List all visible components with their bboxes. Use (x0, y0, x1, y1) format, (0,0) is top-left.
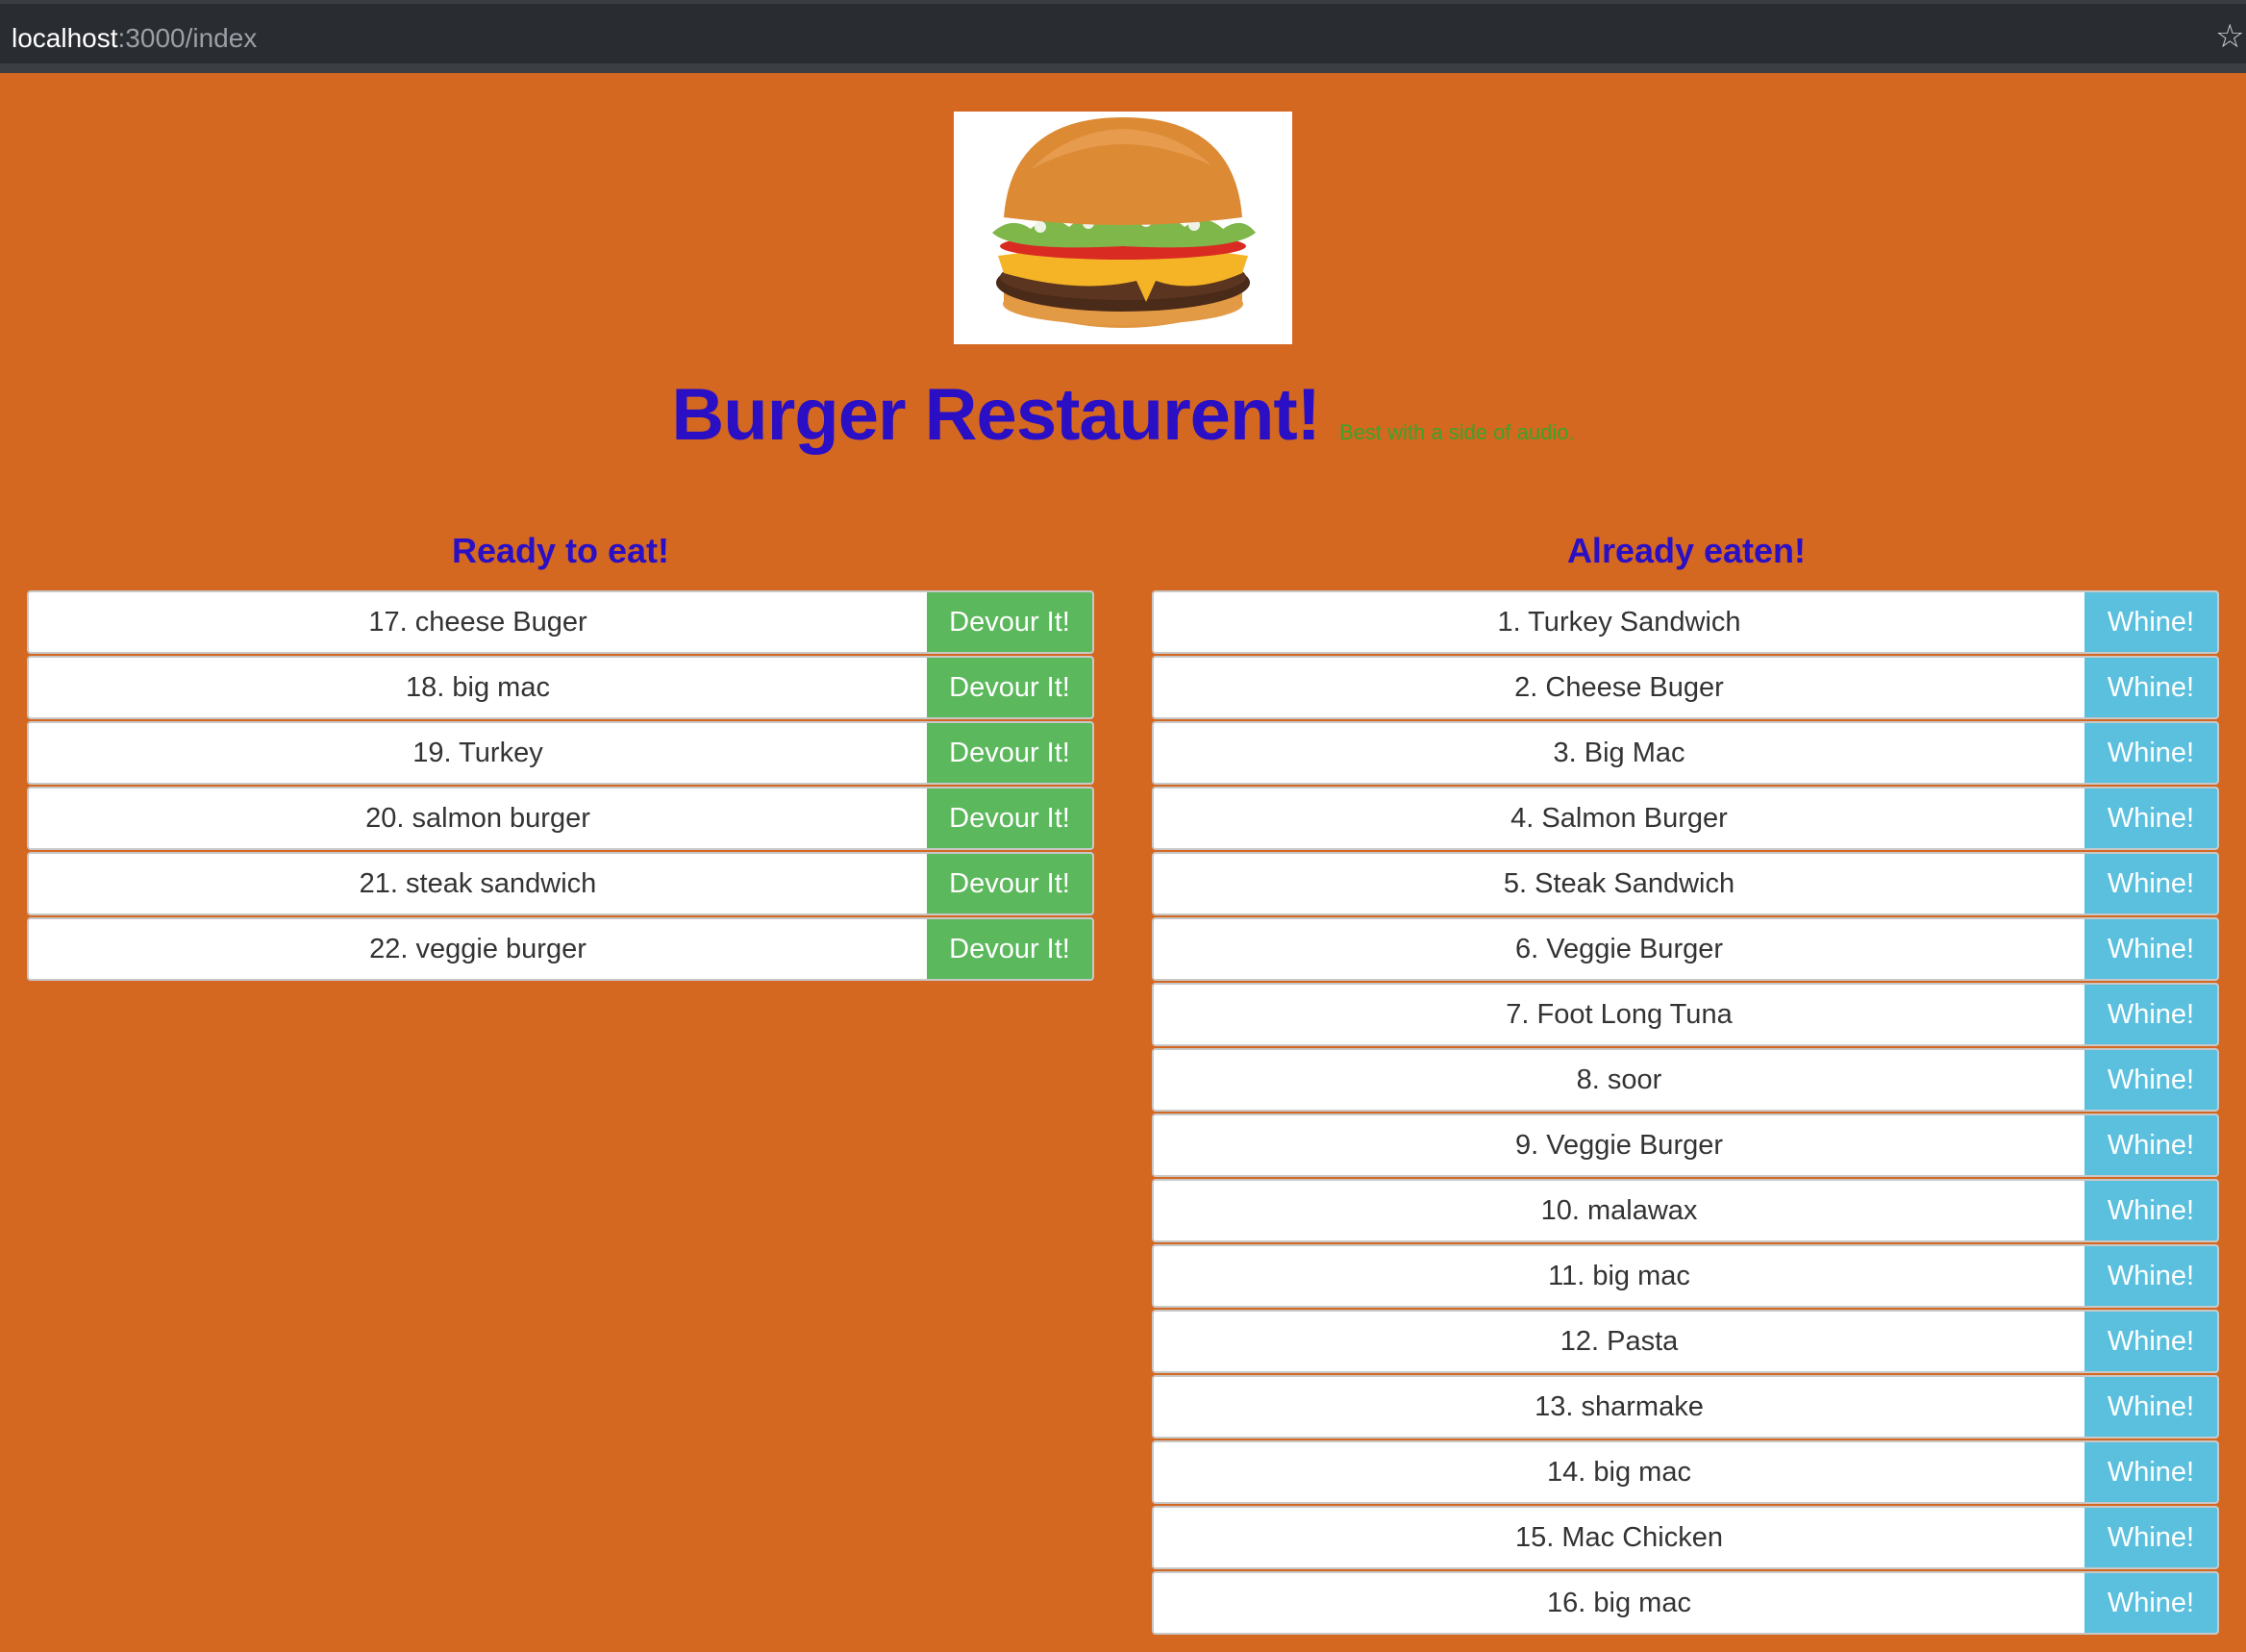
page-subtitle: Best with a side of audio. (1338, 420, 1575, 444)
list-item: 1. Turkey Sandwich Whine! (1152, 590, 2219, 654)
devour-button[interactable]: Devour It! (927, 854, 1092, 914)
whine-button[interactable]: Whine! (2084, 1115, 2217, 1175)
whine-button[interactable]: Whine! (2084, 854, 2217, 914)
devour-button[interactable]: Devour It! (927, 592, 1092, 652)
ready-heading: Ready to eat! (451, 531, 670, 570)
url-host: localhost (12, 23, 118, 53)
list-item: 11. big mac Whine! (1152, 1244, 2219, 1308)
burger-name: 13. sharmake (1535, 1391, 1704, 1422)
devour-button[interactable]: Devour It! (927, 658, 1092, 717)
list-item: 18. big mac Devour It! (27, 656, 1094, 719)
burger-name: 2. Cheese Buger (1514, 672, 1724, 703)
bookmark-star-icon[interactable]: ☆ (2215, 19, 2246, 54)
url-field[interactable]: localhost:3000/index (12, 21, 257, 56)
browser-address-bar: localhost:3000/index ☆ (0, 0, 2246, 73)
list-item: 19. Turkey Devour It! (27, 721, 1094, 785)
title-row: Burger Restaurent! Best with a side of au… (0, 373, 2246, 469)
page-title: Burger Restaurent! (671, 374, 1321, 456)
burger-name: 22. veggie burger (369, 934, 586, 964)
burger-name: 5. Steak Sandwich (1503, 868, 1735, 899)
page-body: Burger Restaurent! Best with a side of au… (0, 73, 2246, 1652)
burger-name: 6. Veggie Burger (1514, 934, 1724, 964)
whine-button[interactable]: Whine! (2084, 919, 2217, 979)
burger-name: 12. Pasta (1560, 1326, 1679, 1357)
list-item: 4. Salmon Burger Whine! (1152, 787, 2219, 850)
list-item: 20. salmon burger Devour It! (27, 787, 1094, 850)
list-item: 21. steak sandwich Devour It! (27, 852, 1094, 915)
list-item: 22. veggie burger Devour It! (27, 917, 1094, 981)
list-item: 17. cheese Buger Devour It! (27, 590, 1094, 654)
burger-name: 15. Mac Chicken (1515, 1522, 1723, 1553)
whine-button[interactable]: Whine! (2084, 985, 2217, 1044)
burger-name: 7. Foot Long Tuna (1506, 999, 1733, 1030)
toolbar-divider (0, 63, 2246, 73)
devour-button[interactable]: Devour It! (927, 788, 1092, 848)
devour-button[interactable]: Devour It! (927, 723, 1092, 783)
burger-name: 18. big mac (406, 672, 550, 703)
whine-button[interactable]: Whine! (2084, 1312, 2217, 1371)
list-item: 9. Veggie Burger Whine! (1152, 1114, 2219, 1177)
burger-name: 4. Salmon Burger (1510, 803, 1728, 834)
whine-button[interactable]: Whine! (2084, 1181, 2217, 1240)
list-item: 13. sharmake Whine! (1152, 1375, 2219, 1439)
whine-button[interactable]: Whine! (2084, 1050, 2217, 1110)
burger-name: 3. Big Mac (1553, 738, 1685, 768)
list-item: 2. Cheese Buger Whine! (1152, 656, 2219, 719)
eaten-heading: Already eaten! (1566, 531, 1807, 570)
whine-button[interactable]: Whine! (2084, 723, 2217, 783)
list-item: 14. big mac Whine! (1152, 1440, 2219, 1504)
burger-name: 19. Turkey (412, 738, 543, 768)
burger-name: 11. big mac (1548, 1261, 1690, 1291)
whine-button[interactable]: Whine! (2084, 1573, 2217, 1633)
whine-button[interactable]: Whine! (2084, 658, 2217, 717)
whine-button[interactable]: Whine! (2084, 788, 2217, 848)
burger-name: 20. salmon burger (365, 803, 590, 834)
burger-name: 16. big mac (1547, 1588, 1691, 1618)
whine-button[interactable]: Whine! (2084, 1246, 2217, 1306)
url-path: :3000/index (117, 23, 258, 53)
devour-button[interactable]: Devour It! (927, 919, 1092, 979)
list-item: 15. Mac Chicken Whine! (1152, 1506, 2219, 1569)
burger-name: 17. cheese Buger (368, 607, 587, 638)
whine-button[interactable]: Whine! (2084, 1442, 2217, 1502)
whine-button[interactable]: Whine! (2084, 1508, 2217, 1567)
burger-name: 1. Turkey Sandwich (1497, 607, 1741, 638)
whine-button[interactable]: Whine! (2084, 1377, 2217, 1437)
list-item: 8. soor Whine! (1152, 1048, 2219, 1112)
burger-image (954, 112, 1292, 344)
whine-button[interactable]: Whine! (2084, 592, 2217, 652)
list-item: 10. malawax Whine! (1152, 1179, 2219, 1242)
burger-name: 21. steak sandwich (359, 868, 597, 899)
burger-name: 8. soor (1576, 1064, 1662, 1095)
burger-name: 14. big mac (1547, 1457, 1691, 1488)
burger-name: 9. Veggie Burger (1514, 1130, 1724, 1161)
list-item: 16. big mac Whine! (1152, 1571, 2219, 1635)
list-item: 12. Pasta Whine! (1152, 1310, 2219, 1373)
list-item: 3. Big Mac Whine! (1152, 721, 2219, 785)
burger-name: 10. malawax (1540, 1195, 1698, 1226)
list-item: 5. Steak Sandwich Whine! (1152, 852, 2219, 915)
list-item: 7. Foot Long Tuna Whine! (1152, 983, 2219, 1046)
list-item: 6. Veggie Burger Whine! (1152, 917, 2219, 981)
